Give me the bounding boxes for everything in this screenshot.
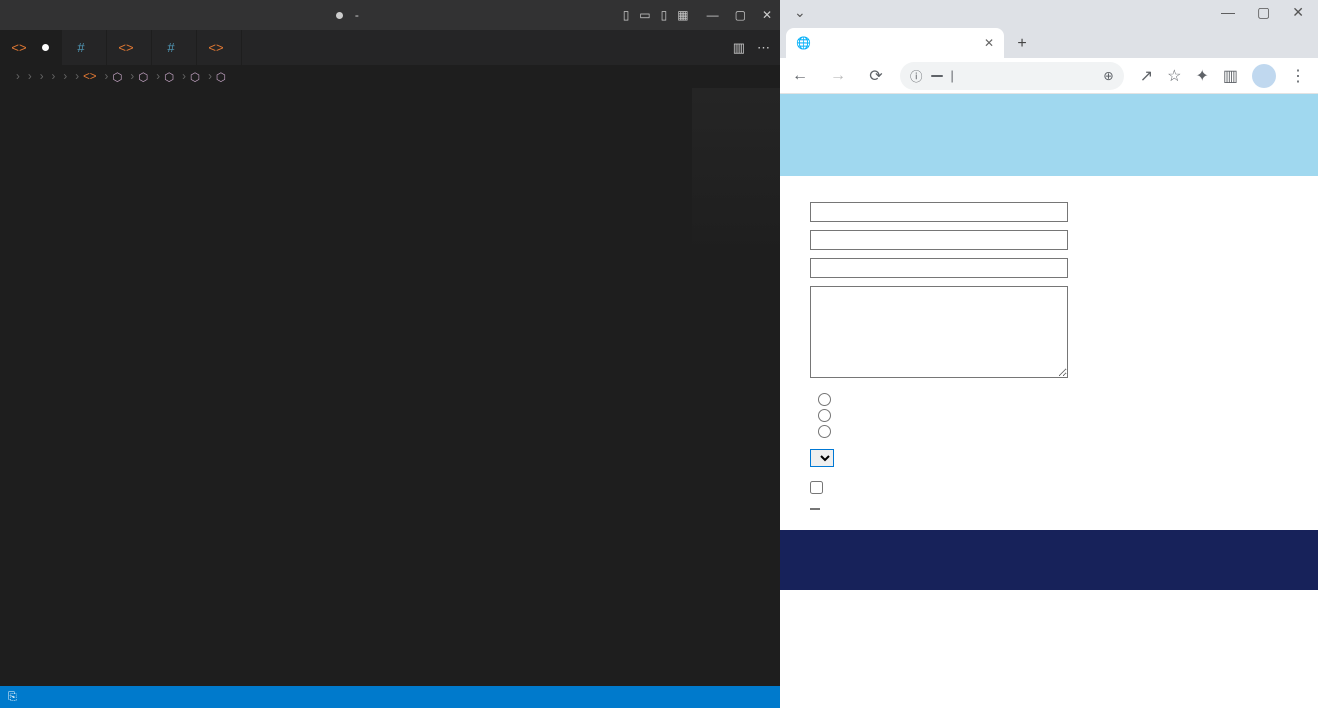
html-file-icon: <> bbox=[119, 41, 133, 55]
browser-toolbar: ← → ⟳ ⓘ | ⊕ ↗ ☆ ✦ ▥ ⋮ bbox=[780, 58, 1318, 94]
site-header bbox=[780, 94, 1318, 176]
url-sep: | bbox=[951, 69, 954, 83]
title-sep: - bbox=[355, 8, 359, 22]
window-minimize-icon[interactable]: — bbox=[1221, 4, 1235, 20]
layout-grid-icon[interactable]: ▦ bbox=[677, 8, 688, 22]
tab-contact-html[interactable]: <> bbox=[0, 30, 62, 65]
url-scheme-pill bbox=[931, 75, 943, 77]
window-minimize-icon[interactable]: — bbox=[707, 8, 719, 22]
window-dropdown-icon[interactable]: ⌄ bbox=[794, 4, 806, 21]
layout-bottom-icon[interactable]: ▭ bbox=[639, 8, 650, 22]
breadcrumbs[interactable]: › › › › › › <> › ⬡ › ⬡ › ⬡ › ⬡ › ⬡ bbox=[0, 66, 780, 88]
submit-button[interactable] bbox=[810, 508, 820, 510]
vscode-window: - ▯ ▭ ▯ ▦ — ▢ ✕ <> # <> bbox=[0, 0, 780, 708]
more-icon[interactable]: ⋯ bbox=[757, 40, 770, 56]
site-footer bbox=[780, 530, 1318, 590]
window-close-icon[interactable]: ✕ bbox=[762, 8, 772, 22]
checkbox-news[interactable] bbox=[810, 481, 823, 494]
tab-style-css[interactable]: # bbox=[62, 30, 107, 65]
chrome-tabstrip: 🌐 ✕ + bbox=[780, 24, 1318, 58]
remote-icon[interactable]: ⎘ bbox=[8, 691, 17, 704]
line-gutter bbox=[0, 88, 52, 686]
forward-button[interactable]: → bbox=[824, 62, 852, 90]
window-close-icon[interactable]: ✕ bbox=[1292, 4, 1304, 21]
input-email[interactable] bbox=[810, 230, 1068, 250]
close-tab-icon[interactable]: ✕ bbox=[984, 36, 994, 50]
info-icon[interactable]: ⓘ bbox=[910, 66, 923, 85]
extensions-icon[interactable]: ✦ bbox=[1195, 66, 1208, 86]
radio-whatsapp[interactable] bbox=[818, 425, 831, 438]
html-file-icon: <> bbox=[12, 41, 26, 55]
input-phone[interactable] bbox=[810, 258, 1068, 278]
menu-icon[interactable]: ⋮ bbox=[1290, 66, 1306, 86]
layout-left-icon[interactable]: ▯ bbox=[623, 8, 630, 22]
bookmark-icon[interactable]: ☆ bbox=[1167, 66, 1181, 86]
input-name[interactable] bbox=[810, 202, 1068, 222]
toolbar-actions: ↗ ☆ ✦ ▥ ⋮ bbox=[1134, 64, 1312, 88]
code-content[interactable] bbox=[52, 88, 780, 686]
statusbar: ⎘ bbox=[0, 686, 780, 708]
html-file-icon: <> bbox=[209, 41, 223, 55]
titlebar-right: ▯ ▭ ▯ ▦ — ▢ ✕ bbox=[623, 8, 772, 22]
radio-email[interactable] bbox=[818, 393, 831, 406]
window-title: - bbox=[92, 8, 609, 22]
back-button[interactable]: ← bbox=[786, 62, 814, 90]
share-icon[interactable]: ↗ bbox=[1140, 66, 1153, 86]
reload-button[interactable]: ⟳ bbox=[862, 62, 890, 90]
select-schedule[interactable] bbox=[810, 449, 834, 467]
editor-tabs: <> # <> # <> ▥ ⋯ bbox=[0, 30, 780, 66]
tab-actions: ▥ ⋯ bbox=[723, 30, 780, 65]
editor-area[interactable] bbox=[0, 88, 780, 686]
split-editor-icon[interactable]: ▥ bbox=[733, 40, 745, 56]
css-file-icon: # bbox=[74, 41, 88, 55]
tab-home-style-css[interactable]: # bbox=[152, 30, 197, 65]
profile-avatar[interactable] bbox=[1252, 64, 1276, 88]
tab-index-html[interactable]: <> bbox=[197, 30, 242, 65]
css-file-icon: # bbox=[164, 41, 178, 55]
radio-phone[interactable] bbox=[818, 409, 831, 422]
window-maximize-icon[interactable]: ▢ bbox=[1257, 4, 1270, 21]
tab-product-html[interactable]: <> bbox=[107, 30, 152, 65]
zoom-icon[interactable]: ⊕ bbox=[1103, 68, 1113, 83]
chrome-titlebar: ⌄ — ▢ ✕ bbox=[780, 0, 1318, 24]
modified-dot-icon bbox=[42, 44, 49, 51]
sidepanel-icon[interactable]: ▥ bbox=[1223, 66, 1238, 86]
page-viewport[interactable] bbox=[780, 94, 1318, 708]
window-maximize-icon[interactable]: ▢ bbox=[735, 8, 746, 22]
browser-tab-contacto[interactable]: 🌐 ✕ bbox=[786, 28, 1004, 58]
textarea-msg[interactable] bbox=[810, 286, 1068, 378]
address-bar[interactable]: ⓘ | ⊕ bbox=[900, 62, 1124, 90]
globe-icon: 🌐 bbox=[796, 36, 811, 50]
title-dot bbox=[336, 12, 343, 19]
contact-form bbox=[780, 176, 1318, 530]
chrome-window: ⌄ — ▢ ✕ 🌐 ✕ + ← → ⟳ ⓘ | ⊕ ↗ ☆ ✦ bbox=[780, 0, 1318, 708]
minimap[interactable] bbox=[692, 88, 780, 258]
new-tab-button[interactable]: + bbox=[1008, 30, 1036, 58]
layout-right-icon[interactable]: ▯ bbox=[661, 8, 668, 22]
titlebar: - ▯ ▭ ▯ ▦ — ▢ ✕ bbox=[0, 0, 780, 30]
